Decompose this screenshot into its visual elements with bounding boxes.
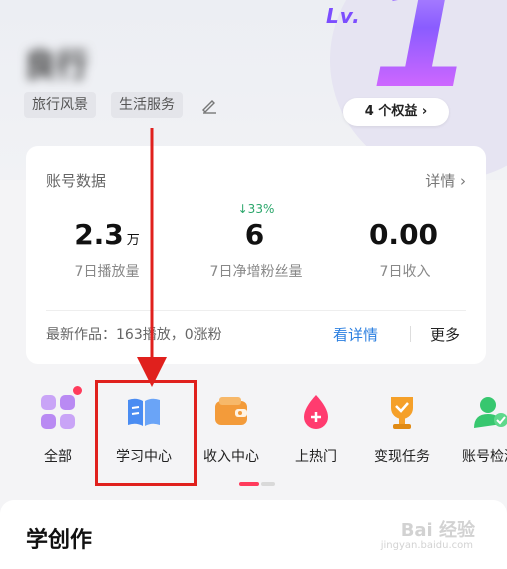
shortcut-label: 变现任务 <box>374 449 430 465</box>
grid-icon <box>38 386 82 432</box>
watermark-url: jingyan.baidu.com <box>380 540 473 551</box>
page-indicator-inactive <box>261 482 275 486</box>
shortcut-trending[interactable]: 上热门 <box>276 392 356 466</box>
stat-value: 0.00 <box>368 218 439 251</box>
watermark: Bai 经验 <box>400 520 475 541</box>
shortcut-income-center[interactable]: 收入中心 <box>191 392 271 466</box>
wallet-icon <box>211 392 251 432</box>
account-check-icon <box>470 392 507 432</box>
stat-plays[interactable]: 2.3 万 7日播放量 <box>32 202 182 281</box>
shortcut-label: 账号检测 <box>462 449 507 465</box>
tag-travel[interactable]: 旅行风景 <box>24 92 96 118</box>
card-divider <box>46 310 466 311</box>
shortcut-label: 全部 <box>44 449 72 465</box>
annotation-highlight-box <box>95 380 197 486</box>
latest-work-summary: 最新作品：163播放，0涨粉 <box>46 327 222 343</box>
edit-pencil-icon[interactable] <box>200 96 218 114</box>
flame-drop-icon <box>296 392 336 432</box>
username: 良行 <box>24 46 89 84</box>
card-title: 账号数据 <box>46 172 107 190</box>
level-number[interactable]: 1 <box>370 0 474 110</box>
tag-life-service[interactable]: 生活服务 <box>111 92 183 118</box>
more-link[interactable]: 更多 <box>430 324 460 345</box>
stat-badge: ↓33% <box>237 202 275 216</box>
details-link[interactable]: 详情 › <box>425 170 466 191</box>
shortcut-account-check[interactable]: 账号检测 <box>450 392 507 466</box>
rights-button[interactable]: 4 个权益 › <box>343 98 449 126</box>
stat-label: 7日收入 <box>379 264 431 280</box>
section-title: 学创作 <box>26 528 93 553</box>
stat-label: 7日播放量 <box>74 264 140 280</box>
level-label: Lv. <box>326 4 361 28</box>
account-data-card: 账号数据 详情 › 2.3 万 7日播放量 ↓33% 6 7日净增粉丝量 0.00… <box>26 146 486 364</box>
view-detail-link[interactable]: 看详情 <box>333 324 378 345</box>
stat-badge <box>32 202 182 216</box>
shortcut-monetize-tasks[interactable]: 变现任务 <box>362 392 442 466</box>
stat-unit: 万 <box>126 233 140 248</box>
stat-badge <box>330 202 480 216</box>
stat-value: 2.3 万 <box>74 218 140 251</box>
notification-dot <box>73 386 82 395</box>
stat-value: 6 <box>244 218 265 251</box>
stat-income[interactable]: 0.00 7日收入 <box>330 202 480 281</box>
page-indicator-active <box>239 482 259 486</box>
stat-followers[interactable]: ↓33% 6 7日净增粉丝量 <box>181 202 331 281</box>
shortcut-label: 收入中心 <box>203 449 259 465</box>
shortcut-all[interactable]: 全部 <box>18 386 98 466</box>
stat-label: 7日净增粉丝量 <box>209 264 303 280</box>
shortcut-label: 上热门 <box>295 449 337 465</box>
page-indicator <box>239 482 275 486</box>
shortcut-row: 全部 学习中心 收入中心 上热门 变现任务 账号检 <box>0 386 507 472</box>
trophy-icon <box>382 392 422 432</box>
divider <box>410 326 411 342</box>
